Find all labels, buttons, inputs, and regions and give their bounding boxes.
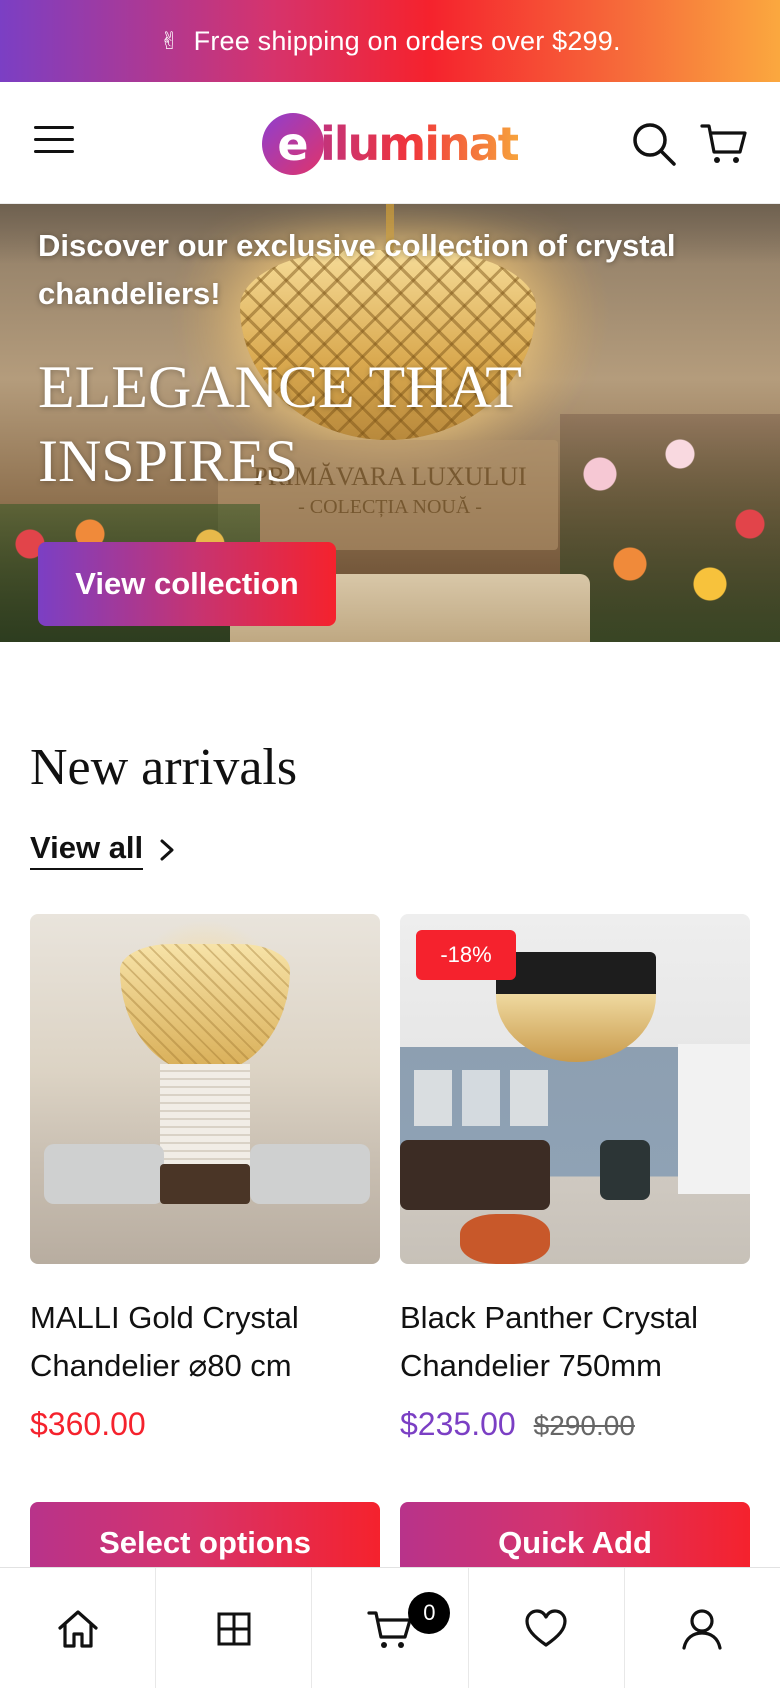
product-image[interactable]: -18% <box>400 914 750 1264</box>
product-card: MALLI Gold Crystal Chandelier ⌀80 cm $36… <box>30 914 380 1584</box>
announcement-bar: ✌ Free shipping on orders over $299. <box>0 0 780 82</box>
product-image-curtain <box>678 1044 750 1194</box>
menu-icon[interactable] <box>34 126 74 158</box>
collections-grid-icon <box>217 1612 251 1645</box>
price-row: $235.00 $290.00 <box>400 1406 750 1443</box>
bottom-nav: 0 <box>0 1567 780 1688</box>
site-logo[interactable]: e iluminat <box>262 104 522 184</box>
price-row: $360.00 <box>30 1406 380 1443</box>
product-image-chandelier <box>120 944 290 1074</box>
view-collection-button[interactable]: View collection <box>38 542 336 626</box>
hero-banner: PRIMĂVARA LUXULUI - COLECȚIA NOUĂ - Disc… <box>0 204 780 642</box>
product-image[interactable] <box>30 914 380 1264</box>
hero-title-line2: INSPIRES <box>38 428 299 494</box>
logo-text: iluminat <box>320 117 520 171</box>
product-title-line2: Chandelier 750mm <box>400 1348 662 1383</box>
search-icon[interactable] <box>630 120 678 168</box>
product-image-chandelier <box>496 952 656 1062</box>
hero-wall-text-line2: - COLECȚIA NOUĂ - <box>298 496 482 518</box>
wishlist-heart-icon <box>525 1608 567 1647</box>
sale-price: $235.00 <box>400 1406 516 1442</box>
product-image-art <box>510 1070 548 1126</box>
home-icon <box>57 1609 98 1648</box>
nav-wishlist[interactable] <box>469 1568 625 1688</box>
product-title[interactable]: Black Panther Crystal Chandelier 750mm <box>400 1294 750 1390</box>
hero-title: ELEGANCE THAT INSPIRES <box>38 350 638 498</box>
hero-title-line1: ELEGANCE THAT <box>38 354 522 420</box>
product-image-sofa-left <box>44 1144 164 1204</box>
section-title: New arrivals <box>30 739 298 796</box>
logo-mark: e <box>262 113 324 175</box>
product-title[interactable]: MALLI Gold Crystal Chandelier ⌀80 cm <box>30 1294 380 1390</box>
product-image-table <box>160 1164 250 1204</box>
product-title-line1: Black Panther Crystal <box>400 1300 699 1335</box>
product-title-line1: MALLI Gold Crystal <box>30 1300 299 1335</box>
discount-badge: -18% <box>416 930 516 980</box>
view-all-link[interactable]: View all <box>30 830 175 870</box>
chevron-right-icon <box>160 839 174 861</box>
product-image-art <box>414 1070 452 1126</box>
site-header: e iluminat <box>0 82 780 204</box>
cart-icon[interactable] <box>700 120 748 168</box>
compare-at-price: $290.00 <box>533 1410 635 1441</box>
nav-account[interactable] <box>625 1568 780 1688</box>
product-card: -18% Black Panther Crystal Chandelier 75… <box>400 914 750 1584</box>
nav-cart[interactable]: 0 <box>312 1568 469 1688</box>
hero-subtitle: Discover our exclusive collection of cry… <box>38 228 676 311</box>
cart-count-badge: 0 <box>408 1592 451 1634</box>
product-image-stool <box>460 1214 550 1264</box>
product-image-sofa <box>400 1140 550 1210</box>
account-icon <box>682 1608 723 1650</box>
view-all-label: View all <box>30 830 144 870</box>
product-title-line2: Chandelier ⌀80 cm <box>30 1348 292 1383</box>
product-image-sofa-right <box>250 1144 370 1204</box>
product-image-chair <box>600 1140 650 1200</box>
product-image-art <box>462 1070 500 1126</box>
victory-hand-icon: ✌ <box>159 27 180 55</box>
product-price: $360.00 <box>30 1406 146 1442</box>
nav-collections[interactable] <box>156 1568 313 1688</box>
cart-icon <box>367 1610 412 1648</box>
announcement-text: Free shipping on orders over $299. <box>193 25 621 56</box>
nav-home[interactable] <box>0 1568 157 1688</box>
